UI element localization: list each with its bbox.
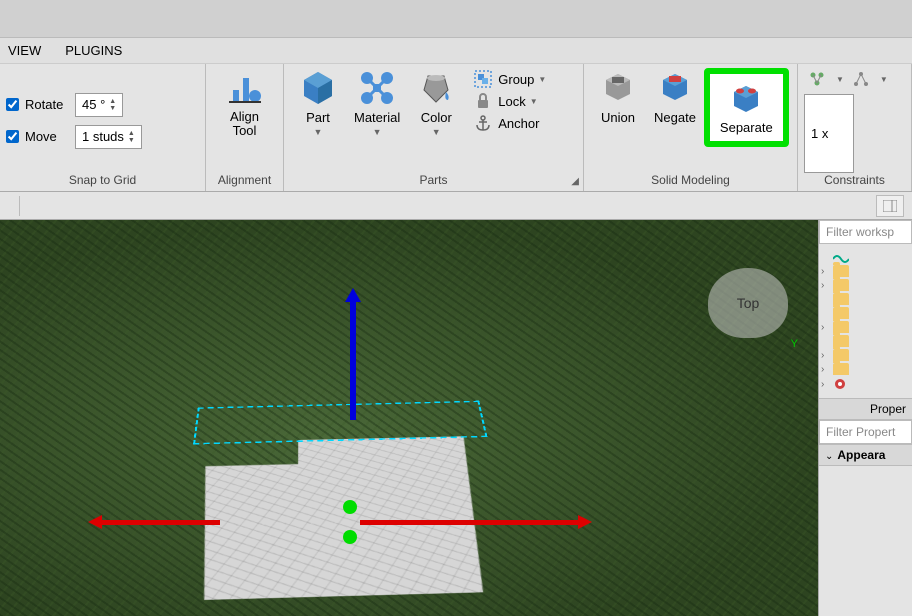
explorer-panel: Filter worksp › › › › › › Proper Filter … (818, 220, 912, 616)
properties-filter-input[interactable]: Filter Propert (819, 420, 912, 444)
union-button[interactable]: Union (590, 68, 646, 127)
constraint-create-button[interactable]: ▼ (804, 68, 848, 90)
properties-header[interactable]: Proper (819, 398, 912, 420)
ribbon-group-alignment: Align Tool Alignment (206, 64, 284, 191)
ribbon-group-solid: Union Negate Separate Solid Modeling (584, 64, 798, 191)
constraints-group-label: Constraints (804, 173, 905, 189)
gizmo-center[interactable] (343, 500, 357, 514)
gizmo-y-axis[interactable] (350, 300, 356, 420)
alignment-group-label: Alignment (212, 173, 277, 189)
part-cube-icon (300, 70, 336, 106)
document-tab-strip (0, 192, 912, 220)
align-tool-button[interactable]: Align Tool (212, 68, 277, 141)
lock-icon (474, 92, 492, 110)
separate-button[interactable]: Separate (710, 74, 783, 141)
snap-group-label: Snap to Grid (6, 173, 199, 189)
material-icon (359, 70, 395, 106)
scale-input[interactable]: 1 x (804, 94, 854, 173)
ribbon-group-constraints: ▼ ▼ 1 x Constraints (798, 64, 912, 191)
dropdown-arrow-icon: ▼ (373, 127, 382, 137)
separate-icon (728, 80, 764, 116)
ribbon: Rotate 45 ° ▲▼ Move 1 studs ▲▼ Snap to G… (0, 64, 912, 192)
move-input[interactable]: 1 studs ▲▼ (75, 125, 142, 149)
parts-dialog-launcher[interactable]: ◢ (571, 176, 579, 187)
view-cube[interactable]: Top (708, 268, 788, 338)
material-button[interactable]: Material▼ (346, 68, 408, 139)
solid-group-label: Solid Modeling (590, 173, 791, 189)
title-bar (0, 0, 912, 38)
move-checkbox[interactable] (6, 130, 19, 143)
group-button[interactable]: Group▼ (470, 68, 550, 90)
gizmo-x-axis-right[interactable] (360, 520, 580, 525)
selection-outline (193, 401, 488, 445)
part-button[interactable]: Part▼ (290, 68, 346, 139)
menu-plugins[interactable]: PLUGINS (65, 43, 122, 58)
tab-stub[interactable] (4, 196, 20, 216)
group-icon (474, 70, 492, 88)
negate-icon (657, 70, 693, 106)
negate-button[interactable]: Negate (646, 68, 704, 127)
explorer-filter-input[interactable]: Filter worksp (819, 220, 912, 244)
color-button[interactable]: Color▼ (408, 68, 464, 139)
gear-icon (833, 377, 847, 391)
rotate-checkbox[interactable] (6, 98, 19, 111)
anchor-icon (474, 114, 492, 132)
ribbon-group-parts: Part▼ Material▼ Color▼ Group▼ (284, 64, 584, 191)
menu-bar: VIEW PLUGINS (0, 38, 912, 64)
anchor-button[interactable]: Anchor (470, 112, 550, 134)
dropdown-arrow-icon: ▼ (314, 127, 323, 137)
viewport-3d[interactable]: Top Y (0, 220, 818, 616)
viewport-layout-button[interactable] (876, 195, 904, 217)
constraint-nodes-icon (808, 70, 826, 88)
menu-view[interactable]: VIEW (8, 43, 41, 58)
dropdown-arrow-icon: ▼ (432, 127, 441, 137)
gizmo-z-handle[interactable] (343, 530, 357, 544)
rotate-input[interactable]: 45 ° ▲▼ (75, 93, 123, 117)
parts-group-label: Parts (290, 173, 577, 189)
lock-button[interactable]: Lock▼ (470, 90, 550, 112)
gizmo-x-axis-left[interactable] (100, 520, 220, 525)
ribbon-group-snap: Rotate 45 ° ▲▼ Move 1 studs ▲▼ Snap to G… (0, 64, 206, 191)
appearance-section[interactable]: ⌄Appeara (819, 444, 912, 466)
tree-row[interactable]: › (821, 362, 910, 376)
move-spinner[interactable]: ▲▼ (128, 130, 135, 144)
color-bucket-icon (418, 70, 454, 106)
tree-row-service[interactable]: › (821, 376, 910, 392)
constraint-details-button[interactable]: ▼ (848, 68, 892, 90)
folder-icon (833, 363, 849, 375)
move-label: Move (25, 129, 75, 144)
explorer-tree[interactable]: › › › › › › (819, 244, 912, 398)
align-icon (227, 70, 263, 106)
view-axis-label: Y (791, 338, 798, 350)
union-icon (600, 70, 636, 106)
rotate-spinner[interactable]: ▲▼ (109, 98, 116, 112)
separate-highlight: Separate (704, 68, 789, 147)
constraint-tree-icon (852, 70, 870, 88)
rotate-label: Rotate (25, 97, 75, 112)
